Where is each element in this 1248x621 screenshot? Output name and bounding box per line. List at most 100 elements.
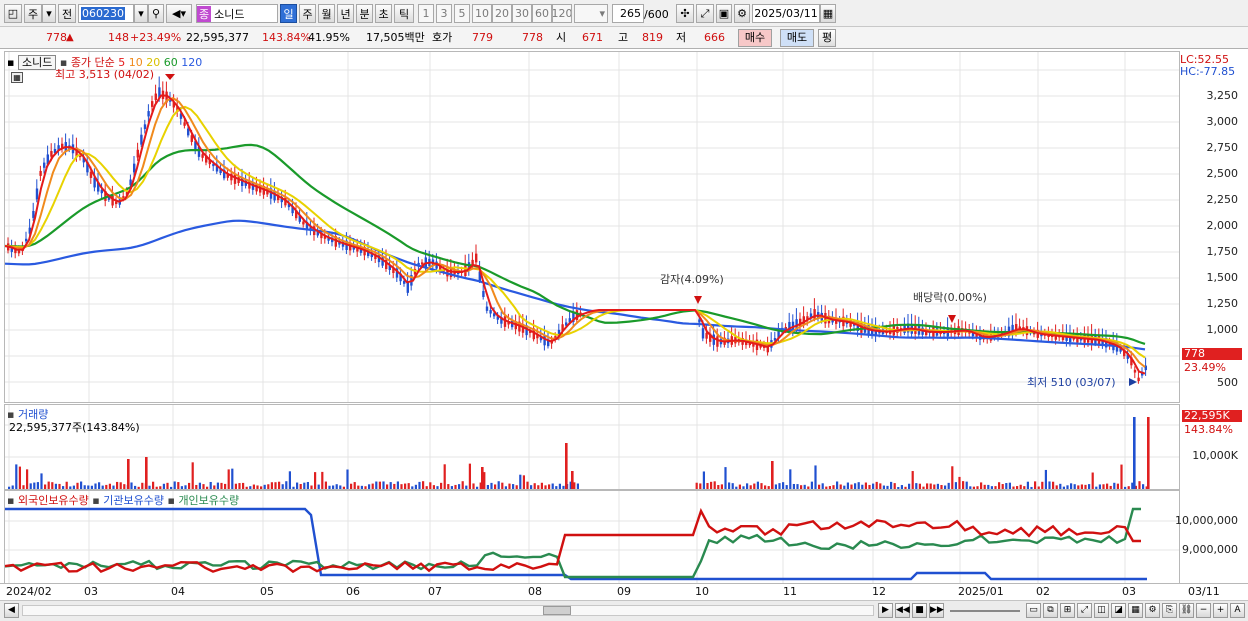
volume-bar [969,486,972,489]
scroll-right-icon[interactable]: ▶ [878,603,893,618]
volume-bar [202,484,205,489]
volume-bar [321,471,324,489]
volume-bar [1077,485,1080,489]
minute-option-120[interactable]: 120 [552,4,572,23]
volume-bar [116,481,119,489]
layout-icon[interactable]: ◰ [4,4,22,23]
volume-bar [540,482,543,489]
open-label: 시 [556,31,567,44]
volume-axis: 22,595K 143.84% 10,000K [1180,404,1244,490]
table-icon[interactable]: ▦ [11,72,23,83]
duplicate-icon[interactable]: ⧉ [1043,603,1058,618]
zoom-out-icon[interactable]: − [1196,603,1211,618]
volume-bar [335,484,338,489]
code-input[interactable]: 060230 [78,4,134,23]
volume-bar [1037,486,1040,489]
volume-bar [544,485,547,489]
calendar-icon[interactable]: ▦ [820,4,836,23]
save-icon[interactable]: ▣ [716,4,732,23]
volume-bar [468,463,471,489]
volume-bar [148,485,151,489]
interval-second-button[interactable]: 초 [375,4,392,23]
minute-option-20[interactable]: 20 [492,4,512,23]
link-icon[interactable]: ⛓ [1179,603,1194,618]
volume-bar [1084,484,1087,489]
window-icon[interactable]: ▭ [1026,603,1041,618]
volume-bar [1066,485,1069,489]
minute-option-60[interactable]: 60 [532,4,552,23]
price-chart-pane[interactable]: ▪ 소니드 ▪ 종가 단순 5 10 20 60 120 ▦ 최고 3,513 … [4,51,1180,403]
toggle-icon[interactable]: ◪ [1111,603,1126,618]
volume-bar [839,484,842,489]
holdings-pane[interactable]: ▪ 외국인보유수량 ▪ 기관보유수량 ▪ 개인보유수량 [4,490,1180,584]
stock-name-field[interactable]: 종 소니드 [196,4,278,23]
interval-month-button[interactable]: 월 [318,4,335,23]
fit-icon[interactable]: ⤢ [1077,603,1092,618]
scroll-track[interactable] [22,605,874,616]
gear-icon[interactable]: ⚙ [734,4,750,23]
scroll-thumb[interactable] [543,606,571,615]
split-icon[interactable]: ◫ [1094,603,1109,618]
date-input[interactable]: 2025/03/11 [752,4,820,23]
price-change-pct: +23.49% [130,31,182,44]
price-tick: 2,250 [1206,193,1239,206]
interval-tick-button[interactable]: 틱 [394,4,414,23]
interval-week-button[interactable]: 주 [299,4,316,23]
chevron-down-icon[interactable]: ▾ [42,4,56,23]
stop-icon[interactable]: ■ [912,603,927,618]
minute-option-30[interactable]: 30 [512,4,532,23]
volume-bar [386,484,389,489]
grid-icon[interactable]: ▦ [1128,603,1143,618]
buy-button[interactable]: 매수 [738,29,772,47]
copy-icon[interactable]: ⎘ [1162,603,1177,618]
trend-tool-icon[interactable]: ⤢ [696,4,714,23]
zoom-slider[interactable] [950,610,1020,612]
zoom-in-icon[interactable]: + [1213,603,1228,618]
tile-icon[interactable]: ⊞ [1060,603,1075,618]
interval-year-button[interactable]: 년 [337,4,354,23]
volume-bar [47,481,50,489]
eval-button[interactable]: 평 [818,29,836,47]
candle-body [698,319,701,323]
volume-spike [565,443,568,489]
count-input[interactable]: 265 [612,4,644,23]
candle-body [485,306,489,311]
volume-bar [152,481,155,489]
interval-day-button[interactable]: 일 [280,4,297,23]
price-tick: 1,750 [1206,245,1239,258]
quote-bar: 778 ▲ 148 +23.49% 22,595,377 143.84% 41.… [0,27,1248,49]
minute-option-10[interactable]: 10 [472,4,492,23]
fast-forward-icon[interactable]: ▶▶ [929,603,944,618]
font-size-icon[interactable]: A [1230,603,1245,618]
minute-option-1[interactable]: 1 [418,4,434,23]
x-label: 2025/01 [958,585,1004,598]
minute-option-3[interactable]: 3 [436,4,452,23]
volume-bar [292,486,295,489]
minute-option-5[interactable]: 5 [454,4,470,23]
scroll-left-icon[interactable]: ◀ [4,603,19,618]
volume-bar [954,482,957,489]
last-price-pct: 23.49% [1184,361,1226,374]
period-button-prev[interactable]: 전 [58,4,76,23]
volume-bar [803,484,806,489]
legend-institution: 기관보유수량 [103,494,164,507]
chevron-down-icon[interactable]: ▾ [134,4,148,23]
volume-bar [162,483,165,489]
speaker-icon[interactable]: ◀▾ [166,4,192,23]
chevron-down-icon[interactable]: ▾ [574,4,608,23]
sell-button[interactable]: 매도 [780,29,814,47]
price-axis: LC:52.55 HC:-77.85 3,250 3,000 2,750 2,5… [1180,51,1244,403]
period-button-week[interactable]: 주 [24,4,42,23]
volume-bar [951,466,954,489]
crosshair-icon[interactable]: ✣ [676,4,694,23]
ma60-line [5,143,1146,346]
volume-bar [1016,486,1019,489]
settings-icon[interactable]: ⚙ [1145,603,1160,618]
interval-minute-button[interactable]: 분 [356,4,373,23]
search-icon[interactable]: ⚲ [148,4,164,23]
volume-bar [123,484,126,489]
volume-pane[interactable]: ▪ 거래량 22,595,377주(143.84%) [4,404,1180,490]
stock-label[interactable]: 소니드 [17,55,57,70]
rewind-icon[interactable]: ◀◀ [895,603,910,618]
volume-bar [324,481,327,489]
